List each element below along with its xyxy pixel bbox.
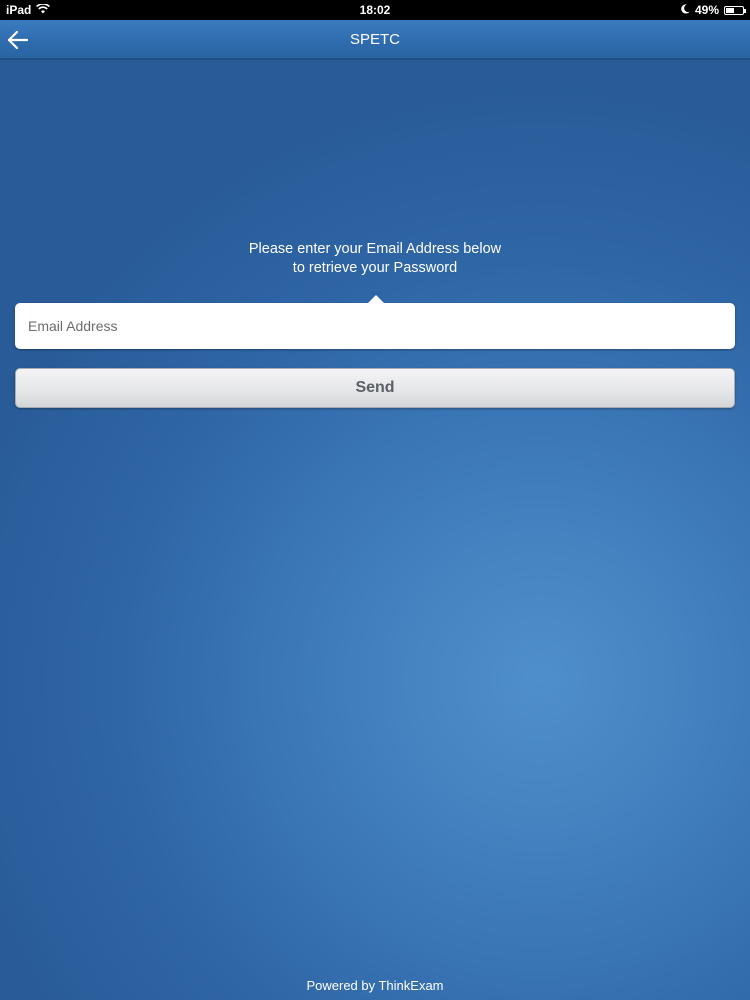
instruction-line-2: to retrieve your Password xyxy=(292,260,458,276)
instruction-line-1: Please enter your Email Address below xyxy=(248,241,502,257)
page-title: SPETC xyxy=(349,31,400,48)
footer-text: Powered by ThinkExam xyxy=(306,978,444,993)
email-field[interactable] xyxy=(15,303,735,349)
status-right: 49% xyxy=(681,3,746,17)
navigation-bar: SPETC xyxy=(0,20,750,60)
status-bar: iPad 18:02 49% xyxy=(0,0,750,20)
battery-icon xyxy=(724,5,746,15)
email-field-container xyxy=(15,295,735,349)
status-time: 18:02 xyxy=(359,3,391,17)
battery-level xyxy=(726,7,734,13)
callout-pointer xyxy=(368,295,384,303)
moon-icon xyxy=(681,3,690,17)
battery-percent: 49% xyxy=(694,3,719,17)
instruction-text: Please enter your Email Address below to… xyxy=(0,240,750,278)
send-button[interactable]: Send xyxy=(15,368,735,408)
